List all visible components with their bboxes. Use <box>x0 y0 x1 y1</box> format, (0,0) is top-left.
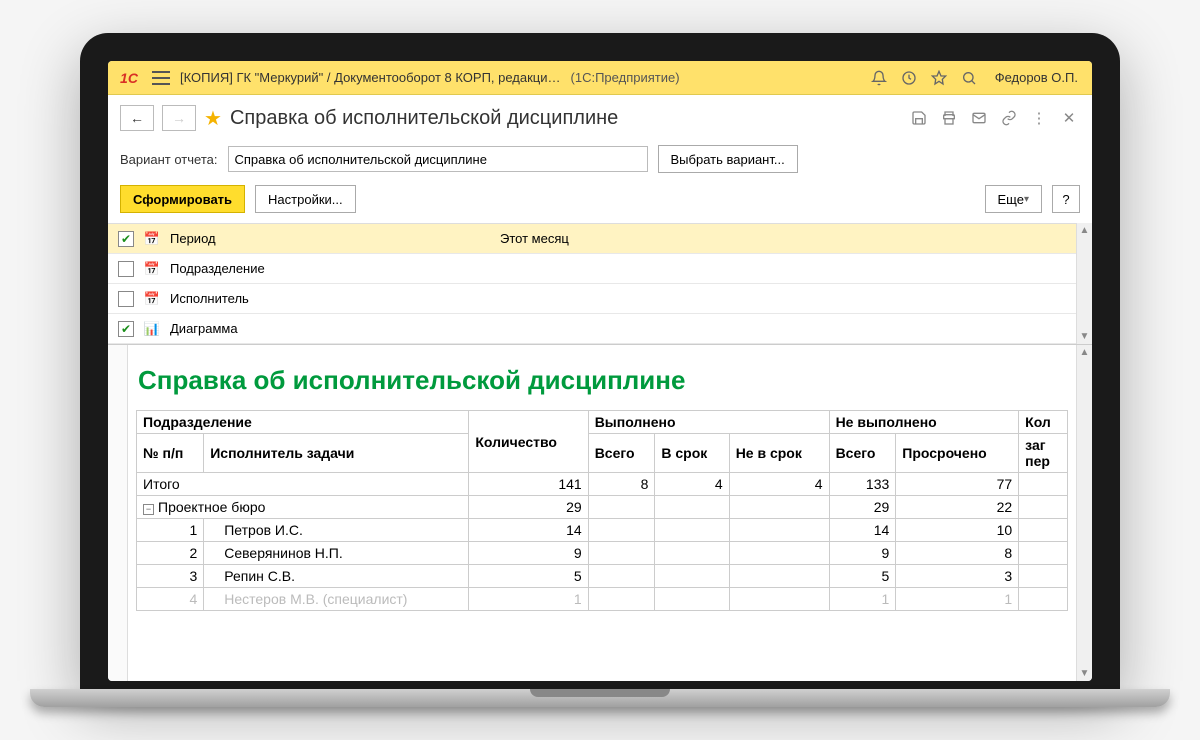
platform-label: (1С:Предприятие) <box>571 70 680 85</box>
favorite-star-icon[interactable]: ★ <box>204 106 222 131</box>
col-qty: Количество <box>469 411 588 473</box>
col-done: Выполнено <box>588 411 829 434</box>
report-area: Справка об исполнительской дисциплине По… <box>108 344 1092 681</box>
param-value[interactable]: Этот месяц <box>500 231 1066 246</box>
titlebar: 1C [КОПИЯ] ГК "Меркурий" / Документообор… <box>108 61 1092 95</box>
param-row-performer[interactable]: 📅 Исполнитель <box>108 284 1076 314</box>
settings-button[interactable]: Настройки... <box>255 185 356 213</box>
action-row: Сформировать Настройки... Еще ? <box>108 179 1092 223</box>
user-label[interactable]: Федоров О.П. <box>989 70 1084 85</box>
col-notintime: Не в срок <box>729 434 829 473</box>
col-dept: Подразделение <box>137 411 469 434</box>
table-row[interactable]: 3Репин С.В.553 <box>137 565 1068 588</box>
param-row-period[interactable]: 📅 Период Этот месяц <box>108 224 1076 254</box>
report-table: Подразделение Количество Выполнено Не вы… <box>136 410 1068 611</box>
col-done-total: Всего <box>588 434 655 473</box>
link-icon[interactable] <box>998 107 1020 129</box>
more-button[interactable]: Еще <box>985 185 1042 213</box>
checkbox[interactable] <box>118 291 134 307</box>
menu-icon[interactable] <box>152 71 170 85</box>
table-row[interactable]: 2Северянинов Н.П.998 <box>137 542 1068 565</box>
param-row-dept[interactable]: 📅 Подразделение <box>108 254 1076 284</box>
checkbox[interactable] <box>118 231 134 247</box>
scroll-down-icon[interactable]: ▼ <box>1080 331 1090 342</box>
group-row[interactable]: −Проектное бюро 29 29 22 <box>137 496 1068 519</box>
mail-icon[interactable] <box>968 107 990 129</box>
variant-row: Вариант отчета: Выбрать вариант... <box>108 139 1092 179</box>
doc-title: Справка об исполнительской дисциплине <box>230 107 618 130</box>
table-row[interactable]: 1Петров И.С.141410 <box>137 519 1068 542</box>
logo-1c: 1C <box>116 67 142 89</box>
scroll-down-icon[interactable]: ▼ <box>1080 668 1090 679</box>
param-name: Период <box>170 231 490 246</box>
params-table: 📅 Период Этот месяц 📅 Подразделение 📅 Ис… <box>108 223 1076 344</box>
col-performer: Исполнитель задачи <box>204 434 469 473</box>
scroll-up-icon[interactable]: ▲ <box>1080 347 1090 358</box>
outline-gutter[interactable] <box>108 345 128 681</box>
param-name: Подразделение <box>170 261 490 276</box>
report-scrollbar[interactable]: ▲ ▼ <box>1076 345 1092 681</box>
scroll-up-icon[interactable]: ▲ <box>1080 225 1090 236</box>
col-overdue: Просрочено <box>896 434 1019 473</box>
col-nd-total: Всего <box>829 434 896 473</box>
star-icon[interactable] <box>929 68 949 88</box>
forward-button[interactable]: → <box>162 105 196 131</box>
collapse-icon[interactable]: − <box>143 504 154 515</box>
app-title: [КОПИЯ] ГК "Меркурий" / Документооборот … <box>180 70 561 85</box>
param-name: Диаграмма <box>170 321 490 336</box>
checkbox[interactable] <box>118 261 134 277</box>
search-icon[interactable] <box>959 68 979 88</box>
generate-button[interactable]: Сформировать <box>120 185 245 213</box>
param-row-diagram[interactable]: 📊 Диаграмма <box>108 314 1076 344</box>
variant-input[interactable] <box>228 146 648 172</box>
variant-label: Вариант отчета: <box>120 152 218 167</box>
col-extra2: загпер <box>1019 434 1068 473</box>
more-icon[interactable]: ⋮ <box>1028 107 1050 129</box>
col-intime: В срок <box>655 434 729 473</box>
bell-icon[interactable] <box>869 68 889 88</box>
chart-icon: 📊 <box>144 321 160 337</box>
calendar-icon: 📅 <box>144 291 160 307</box>
calendar-icon: 📅 <box>144 231 160 247</box>
doc-header: ← → ★ Справка об исполнительской дисципл… <box>108 95 1092 139</box>
calendar-icon: 📅 <box>144 261 160 277</box>
totals-row: Итого 141 8 4 4 133 77 <box>137 473 1068 496</box>
checkbox[interactable] <box>118 321 134 337</box>
help-button[interactable]: ? <box>1052 185 1080 213</box>
col-num: № п/п <box>137 434 204 473</box>
history-icon[interactable] <box>899 68 919 88</box>
col-notdone: Не выполнено <box>829 411 1019 434</box>
report-title: Справка об исполнительской дисциплине <box>136 361 1068 410</box>
print-icon[interactable] <box>938 107 960 129</box>
table-row[interactable]: 4Нестеров М.В. (специалист)111 <box>137 588 1068 611</box>
close-icon[interactable]: ✕ <box>1058 107 1080 129</box>
param-name: Исполнитель <box>170 291 490 306</box>
col-extra: Кол <box>1019 411 1068 434</box>
select-variant-button[interactable]: Выбрать вариант... <box>658 145 798 173</box>
params-scrollbar[interactable]: ▲ ▼ <box>1076 223 1092 344</box>
save-icon[interactable] <box>908 107 930 129</box>
back-button[interactable]: ← <box>120 105 154 131</box>
